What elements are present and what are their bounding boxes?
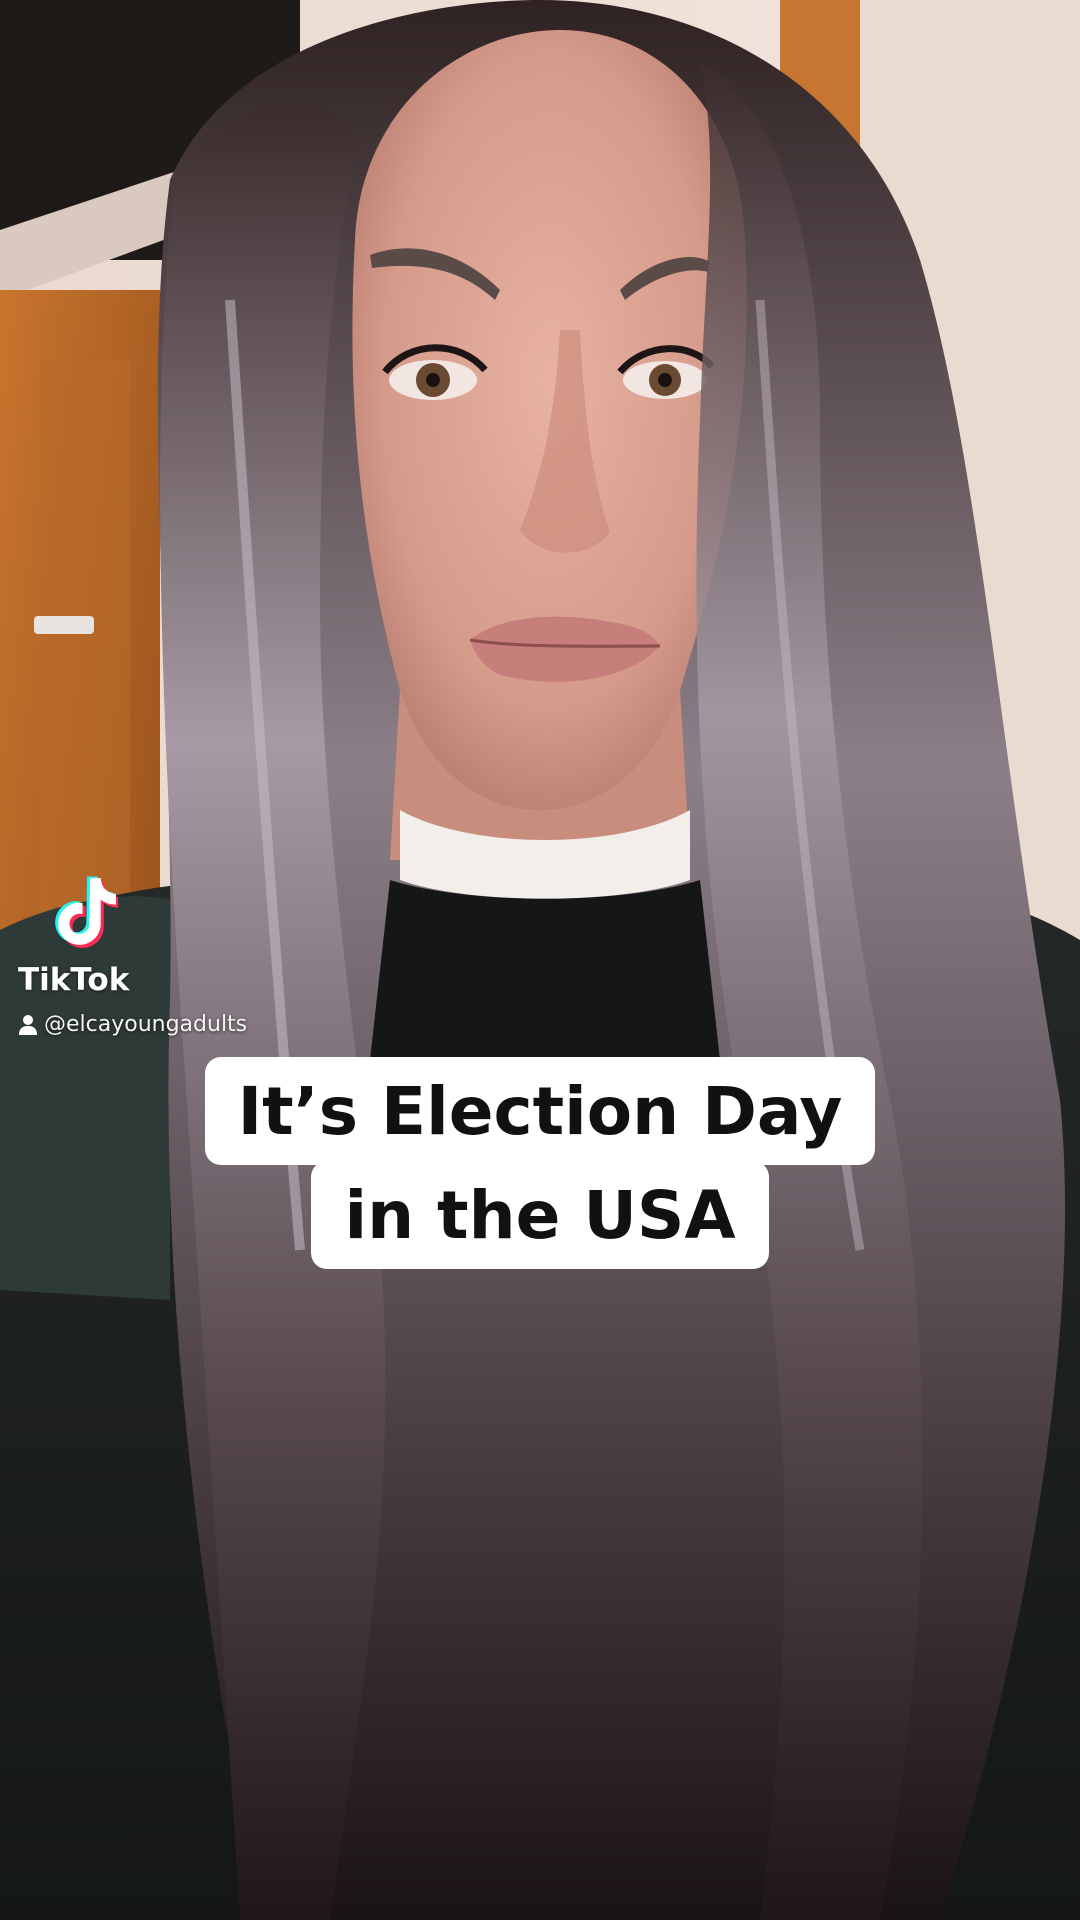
tiktok-brand-text: TikTok bbox=[18, 962, 130, 998]
creator-handle-text: @elcayoungadults bbox=[44, 1012, 248, 1037]
user-icon bbox=[19, 1014, 37, 1035]
caption-line-1: It’s Election Day bbox=[204, 1057, 876, 1165]
video-background bbox=[0, 0, 1080, 1920]
tiktok-note-icon bbox=[55, 876, 118, 948]
video-frame[interactable]: TikTok @elcayoungadults It’s Election Da… bbox=[0, 0, 1080, 1920]
caption-line-2: in the USA bbox=[311, 1161, 769, 1269]
video-caption: It’s Election Day in the USA bbox=[0, 1057, 1080, 1269]
creator-handle: @elcayoungadults bbox=[18, 1012, 247, 1037]
